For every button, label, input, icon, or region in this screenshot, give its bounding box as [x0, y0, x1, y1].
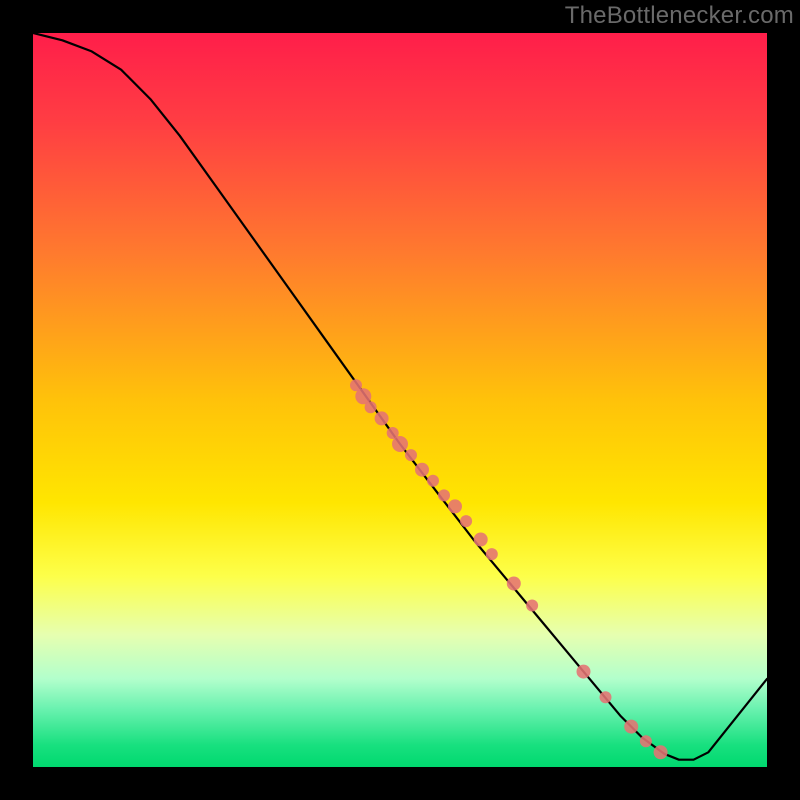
data-point — [438, 489, 450, 501]
data-point — [415, 463, 429, 477]
data-point — [375, 411, 389, 425]
bottleneck-curve — [33, 33, 767, 760]
data-point — [427, 475, 439, 487]
watermark-label: TheBottlenecker.com — [565, 2, 794, 30]
data-point — [405, 449, 417, 461]
data-point — [507, 577, 521, 591]
data-point — [365, 401, 377, 413]
plot-area — [33, 33, 767, 767]
data-point — [474, 533, 488, 547]
data-point — [392, 436, 408, 452]
chart-frame: TheBottlenecker.com — [0, 0, 800, 800]
bottleneck-curve-svg — [33, 33, 767, 767]
data-point — [600, 691, 612, 703]
data-point — [577, 665, 591, 679]
data-point — [624, 720, 638, 734]
data-point — [654, 745, 668, 759]
data-point — [486, 548, 498, 560]
data-point — [526, 600, 538, 612]
data-point — [460, 515, 472, 527]
marker-group — [350, 379, 668, 759]
data-point — [448, 499, 462, 513]
data-point — [640, 735, 652, 747]
